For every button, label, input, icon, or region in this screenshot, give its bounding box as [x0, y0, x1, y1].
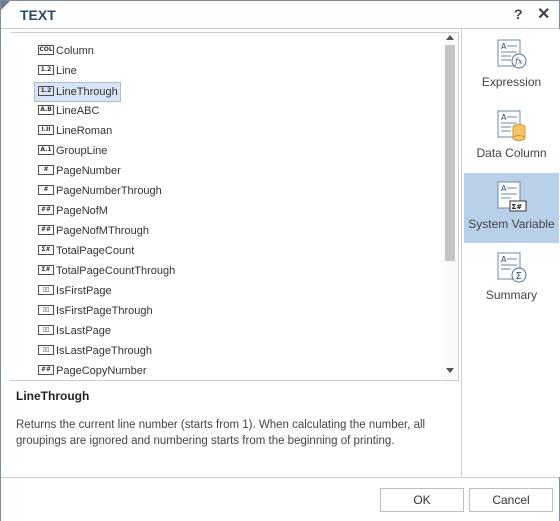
list-item-label: PageNumber: [56, 165, 121, 177]
variable-type-icon: ##: [38, 225, 54, 236]
variable-type-icon: ▯▯: [38, 325, 54, 336]
variable-type-icon: ▯▯: [38, 285, 54, 296]
list-item-label: PageNumberThrough: [56, 185, 162, 197]
list-item[interactable]: 1.2 LineThrough: [34, 82, 121, 102]
list-item[interactable]: COL Column: [35, 42, 96, 60]
sidebar-item-label: Data Column: [476, 146, 547, 160]
close-button[interactable]: ✕: [537, 4, 550, 24]
list-item-label: PageNofMThrough: [56, 225, 149, 237]
list-item[interactable]: ▯▯ IsLastPageThrough: [35, 342, 154, 360]
list-item[interactable]: # PageNumber: [35, 162, 123, 180]
variable-type-icon: A.1: [38, 145, 54, 156]
list-item-label: LineThrough: [56, 86, 118, 98]
sidebar-item-system-variable[interactable]: A Σ# System Variable: [464, 173, 559, 243]
dialog-title: TEXT: [20, 7, 56, 23]
list-item[interactable]: Σ# TotalPageCountThrough: [35, 262, 177, 280]
variable-type-icon: ▯▯: [38, 305, 54, 316]
variable-type-icon: 1.2: [38, 65, 54, 76]
sidebar-item-summary[interactable]: A Σ Summary: [464, 244, 559, 314]
variable-type-icon: COL: [38, 45, 54, 56]
variable-type-icon: I.II: [38, 125, 54, 136]
list-item-label: PageNofM: [56, 205, 108, 217]
data-column-icon: A: [497, 110, 526, 141]
ok-button[interactable]: OK: [380, 488, 464, 512]
description-text: Returns the current line number (starts …: [16, 419, 426, 447]
variable-type-icon: #: [38, 165, 54, 176]
list-item-label: Line: [56, 65, 77, 77]
svg-text:fx: fx: [514, 57, 523, 66]
svg-text:A: A: [501, 113, 507, 122]
list-item-label: LineABC: [56, 105, 100, 117]
help-button[interactable]: ?: [514, 6, 523, 22]
sidebar-item-label: Summary: [485, 288, 538, 302]
summary-icon: A Σ: [497, 252, 527, 283]
scroll-down-icon[interactable]: [446, 368, 454, 373]
variable-type-icon: ##: [38, 205, 54, 216]
list-item[interactable]: 1.2 Line: [35, 62, 79, 80]
list-item[interactable]: ▯▯ IsFirstPage: [35, 282, 114, 300]
scroll-up-icon[interactable]: [446, 35, 454, 40]
list-item[interactable]: Σ# TotalPageCount: [35, 242, 136, 260]
list-item[interactable]: A.B LineABC: [35, 102, 101, 120]
description-title: LineThrough: [16, 389, 90, 403]
svg-text:A: A: [501, 42, 507, 51]
dialog-footer: OK Cancel: [1, 477, 559, 521]
sidebar-item-label: System Variable: [468, 217, 555, 231]
list-item[interactable]: ## PageCopyNumber: [35, 362, 149, 380]
list-item-label: IsFirstPage: [56, 285, 112, 297]
cancel-button[interactable]: Cancel: [469, 488, 553, 512]
list-item-label: IsFirstPageThrough: [56, 305, 153, 317]
variable-type-icon: Σ#: [38, 245, 54, 256]
svg-text:A: A: [501, 255, 507, 264]
category-sidebar: A fx Expression A Data Column A Σ# Syste…: [461, 29, 560, 477]
list-item-label: IsLastPageThrough: [56, 345, 153, 357]
list-item[interactable]: A.1 GroupLine: [35, 142, 109, 160]
list-item[interactable]: # PageNumberThrough: [35, 182, 164, 200]
sidebar-item-expression[interactable]: A fx Expression: [464, 31, 559, 101]
variable-type-icon: #: [38, 185, 54, 196]
list-item-label: Column: [56, 45, 94, 57]
list-item[interactable]: ▯▯ IsLastPage: [35, 322, 113, 340]
variable-type-icon: A.B: [38, 105, 54, 116]
svg-text:Σ: Σ: [516, 271, 522, 282]
list-item[interactable]: ▯▯ IsFirstPageThrough: [35, 302, 155, 320]
list-item[interactable]: ## PageNofM: [35, 202, 110, 220]
list-item-label: PageCopyNumber: [56, 365, 147, 377]
text-dialog: TEXT ? ✕ COL Column 1.2 Line 1.2 LineThrough A…: [0, 0, 560, 521]
title-notch: [1, 1, 10, 10]
sidebar-item-label: Expression: [481, 75, 542, 89]
scroll-thumb[interactable]: [445, 45, 455, 261]
variable-type-icon: ▯▯: [38, 345, 54, 356]
description-panel: LineThrough Returns the current line num…: [10, 380, 458, 477]
variable-type-icon: 1.2: [38, 86, 54, 97]
list-scrollbar[interactable]: [443, 33, 457, 380]
list-item-label: TotalPageCount: [56, 245, 135, 257]
variable-type-icon: Σ#: [38, 265, 54, 276]
svg-text:Σ#: Σ#: [512, 203, 523, 211]
variable-type-icon: ##: [38, 365, 54, 376]
system-variable-icon: A Σ#: [497, 181, 527, 212]
svg-text:A: A: [501, 184, 507, 193]
list-item-label: TotalPageCountThrough: [56, 265, 176, 277]
expression-icon: A fx: [497, 39, 527, 69]
list-item-label: IsLastPage: [56, 325, 112, 337]
sidebar-item-data-column[interactable]: A Data Column: [464, 102, 559, 172]
list-item[interactable]: ## PageNofMThrough: [35, 222, 151, 240]
title-bar: TEXT ? ✕: [1, 1, 559, 29]
list-item-label: GroupLine: [56, 145, 108, 157]
list-item[interactable]: I.II LineRoman: [35, 122, 114, 140]
list-item-label: LineRoman: [56, 125, 113, 137]
variable-list-panel: COL Column 1.2 Line 1.2 LineThrough A.B LineABC…: [10, 32, 459, 381]
